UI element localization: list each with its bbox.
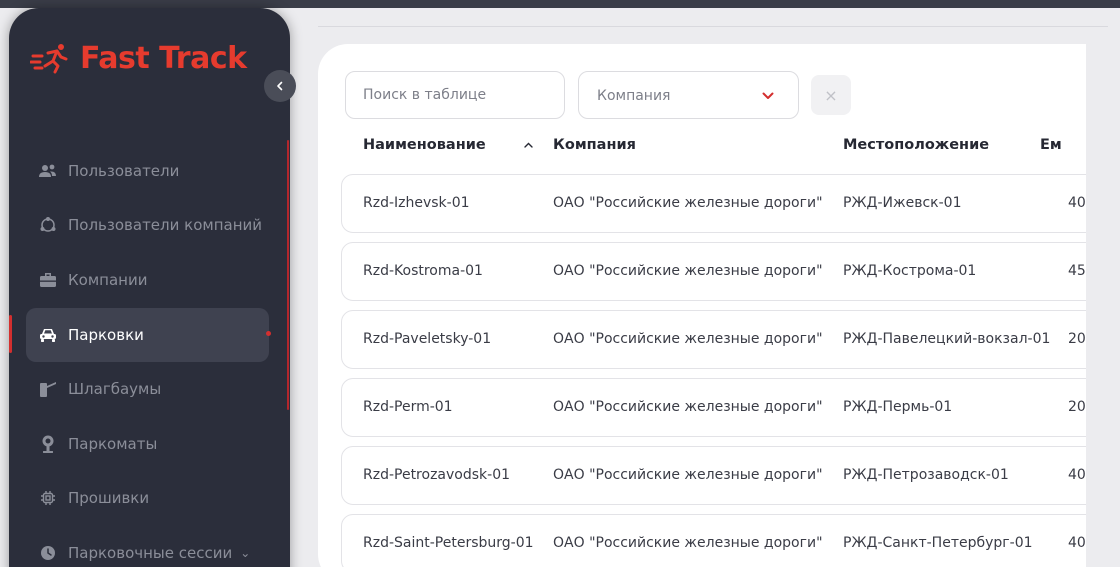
- cell-company: ОАО "Российские железные дороги": [553, 195, 823, 211]
- cell-capacity: 45: [1068, 263, 1086, 279]
- cell-location: РЖД-Санкт-Петербург-01: [843, 535, 1033, 551]
- cell-location: РЖД-Павелецкий-вокзал-01: [843, 331, 1051, 347]
- column-header-company[interactable]: Компания: [553, 137, 636, 153]
- clear-filters-button[interactable]: ×: [811, 75, 851, 115]
- cell-company: ОАО "Российские железные дороги": [553, 535, 823, 551]
- cell-name: Rzd-Perm-01: [363, 399, 453, 415]
- column-header-capacity[interactable]: Ем: [1040, 137, 1062, 153]
- cell-name: Rzd-Kostroma-01: [363, 263, 483, 279]
- cell-company: ОАО "Российские железные дороги": [553, 467, 823, 483]
- chevron-down-icon: [762, 88, 774, 104]
- cell-name: Rzd-Saint-Petersburg-01: [363, 535, 534, 551]
- cell-location: РЖД-Пермь-01: [843, 399, 953, 415]
- cell-company: ОАО "Российские железные дороги": [553, 263, 823, 279]
- cell-name: Rzd-Izhevsk-01: [363, 195, 470, 211]
- column-header-location[interactable]: Местоположение: [843, 137, 989, 153]
- cell-name: Rzd-Paveletsky-01: [363, 331, 492, 347]
- cell-company: ОАО "Российские железные дороги": [553, 399, 823, 415]
- company-select-placeholder: Компания: [597, 88, 671, 104]
- cell-capacity: 40: [1068, 535, 1086, 551]
- cell-capacity: 20: [1068, 399, 1086, 415]
- search-placeholder: Поиск в таблице: [363, 87, 487, 103]
- column-header-name[interactable]: Наименование: [363, 137, 486, 153]
- close-icon: ×: [824, 85, 838, 105]
- sort-asc-icon[interactable]: [524, 140, 533, 151]
- search-input[interactable]: Поиск в таблице: [345, 71, 565, 119]
- cell-capacity: 20: [1068, 331, 1086, 347]
- cell-capacity: 40: [1068, 467, 1086, 483]
- cell-location: РЖД-Кострома-01: [843, 263, 977, 279]
- company-select[interactable]: Компания: [578, 71, 799, 119]
- cell-name: Rzd-Petrozavodsk-01: [363, 467, 511, 483]
- cell-company: ОАО "Российские железные дороги": [553, 331, 823, 347]
- cell-location: РЖД-Ижевск-01: [843, 195, 962, 211]
- cell-location: РЖД-Петрозаводск-01: [843, 467, 1009, 483]
- main-content: Поиск в таблице Компания × Наименование …: [0, 0, 1086, 567]
- cell-capacity: 40: [1068, 195, 1086, 211]
